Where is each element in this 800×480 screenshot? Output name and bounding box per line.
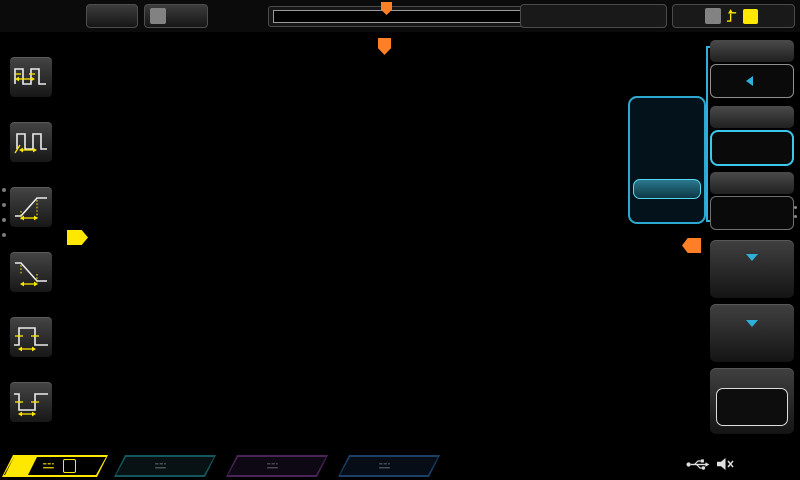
measure-item-period (0, 56, 62, 100)
dc-coupling-icon (378, 462, 391, 470)
pos-width-button[interactable] (9, 316, 53, 358)
measure-item-freq (0, 121, 62, 165)
diskmanage-softkey[interactable] (710, 304, 794, 362)
menu-page-dot (2, 218, 6, 222)
ch4-settings (378, 457, 436, 475)
menu-page-dot (2, 203, 6, 207)
pictype-option-bmp24[interactable] (630, 159, 704, 179)
pictype-option-jpeg[interactable] (633, 179, 701, 199)
usb-icon (686, 458, 710, 471)
delay-readout[interactable] (520, 4, 667, 28)
trigger-readout[interactable] (672, 4, 795, 28)
storage-menu-header (710, 40, 794, 62)
ch1-bw-limit-badge (63, 459, 76, 473)
dc-coupling-icon (266, 462, 279, 470)
measure-item-rise-time (0, 186, 62, 230)
default-softkey[interactable] (710, 368, 794, 434)
arrow-down-icon (746, 320, 758, 327)
channel-1-badge[interactable] (2, 455, 108, 477)
pictype-popup (628, 96, 706, 224)
channel-3-badge[interactable] (226, 455, 328, 477)
menu-page-dot (2, 188, 6, 192)
arrow-down-icon (746, 254, 758, 261)
menu-bracket-line (706, 46, 708, 222)
pictype-options (630, 119, 704, 219)
freq-button[interactable] (9, 121, 53, 163)
rise-time-button[interactable] (9, 186, 53, 228)
pictype-option-png[interactable] (630, 119, 704, 139)
trigger-source-badge (743, 9, 758, 24)
channel-status-bar (0, 452, 800, 480)
pictype-softkey[interactable] (710, 130, 794, 166)
pictype-option-bmp8[interactable] (630, 139, 704, 159)
positive-width-icon (12, 321, 50, 353)
pictype-menu-header (710, 106, 794, 128)
dc-coupling-icon (154, 462, 167, 470)
frequency-icon (12, 126, 50, 158)
horizontal-timebase-box[interactable] (144, 4, 208, 28)
period-button[interactable] (9, 56, 53, 98)
channel-2-badge[interactable] (114, 455, 216, 477)
pictype-option-tiff[interactable] (630, 199, 704, 219)
negative-width-icon (12, 386, 50, 418)
waveform-preview-window (273, 10, 521, 23)
period-icon (12, 61, 50, 93)
waveform-preview-bar[interactable] (268, 6, 526, 27)
menu-page-dot (2, 233, 6, 237)
menu-page-dot (794, 206, 797, 209)
graticule-grid (85, 38, 697, 448)
neg-width-button[interactable] (9, 381, 53, 423)
channel-4-badge[interactable] (338, 455, 440, 477)
oscilloscope-screen (0, 0, 800, 480)
default-label (716, 388, 788, 426)
preview-waveform (274, 11, 520, 24)
ch2-settings (154, 457, 212, 475)
measure-item-fall-time (0, 251, 62, 295)
storage-type-softkey[interactable] (710, 64, 794, 98)
ch3-settings (266, 457, 324, 475)
fall-time-button[interactable] (9, 251, 53, 293)
speaker-muted-icon (716, 457, 735, 471)
h-badge (150, 8, 166, 24)
measure-item-neg-width (0, 381, 62, 425)
trigger-badge (705, 8, 721, 24)
param-menu-header (710, 172, 794, 194)
dc-coupling-icon (42, 462, 55, 470)
graticule-area (85, 38, 697, 448)
measure-item-pos-width (0, 316, 62, 360)
rising-edge-icon (726, 8, 738, 24)
param-softkey[interactable] (710, 196, 794, 230)
menu-page-dot (794, 215, 797, 218)
arrow-left-icon (746, 76, 753, 86)
rise-time-icon (12, 191, 50, 223)
fall-time-icon (12, 256, 50, 288)
run-stop-button[interactable] (86, 4, 138, 28)
save-softkey[interactable] (710, 240, 794, 298)
ch1-settings (42, 457, 104, 475)
top-bar (0, 0, 800, 32)
